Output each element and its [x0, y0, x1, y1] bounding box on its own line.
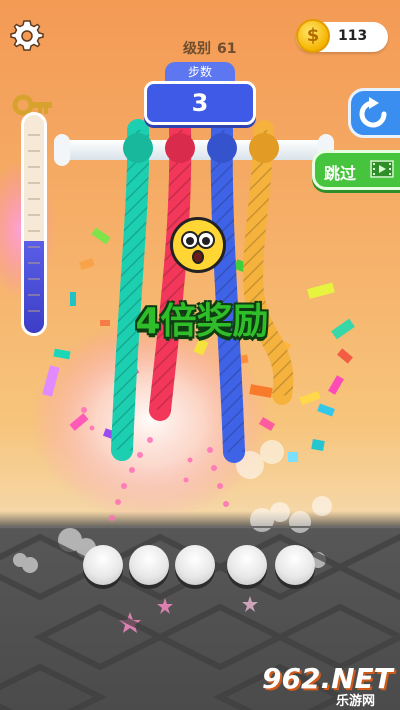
- skip-label: 跳过: [324, 164, 357, 183]
- gear-icon[interactable]: [10, 18, 44, 52]
- tube-ticks: [28, 134, 40, 312]
- teal-rope[interactable]: [111, 119, 153, 461]
- coin-count: 113: [338, 28, 368, 44]
- bonus-multiplier-text: 4倍奖励: [135, 301, 269, 342]
- level-label: 级别: [183, 41, 211, 57]
- peg-1[interactable]: [83, 545, 123, 585]
- peg-5[interactable]: [275, 545, 315, 585]
- level-number: 61: [217, 41, 237, 57]
- orange-rope[interactable]: [243, 120, 294, 405]
- key-progress-tube: [21, 112, 47, 336]
- watermark-sub: 乐游网: [336, 694, 376, 709]
- surprised-face-icon: [181, 231, 215, 264]
- peg-3[interactable]: [175, 545, 215, 585]
- undo-arrow-icon: [359, 97, 387, 128]
- blue-rope[interactable]: [207, 119, 245, 463]
- peg-2[interactable]: [129, 545, 169, 585]
- surprised-face-emoji: [170, 217, 226, 273]
- steps-label: 步数: [165, 62, 235, 82]
- undo-button[interactable]: [348, 88, 400, 138]
- coin-icon: $: [296, 19, 330, 53]
- video-film-icon: [370, 160, 394, 178]
- peg-4[interactable]: [227, 545, 267, 585]
- steps-counter: 3: [144, 81, 256, 125]
- level-indicator: 级别 61: [183, 38, 236, 58]
